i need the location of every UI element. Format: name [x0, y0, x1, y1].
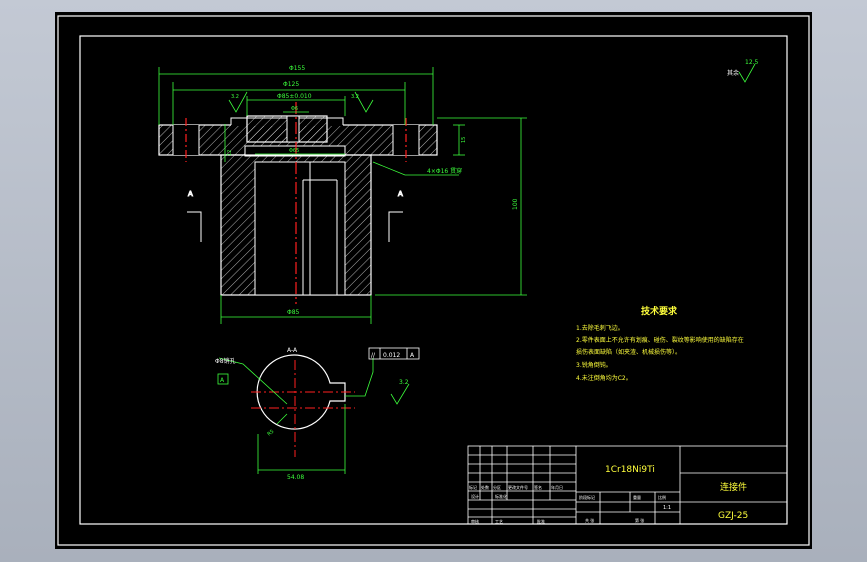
- tech-item-1: 1.去除毛刺飞边。: [576, 324, 624, 332]
- tech-title: 技术要求: [641, 305, 678, 317]
- dim-phi65: Φ65: [289, 148, 299, 154]
- inner-frame: [79, 35, 788, 525]
- dim-height: 100: [512, 198, 519, 210]
- section-label: A-A: [287, 347, 298, 354]
- tech-item-5: 4.未注倒角均为C2。: [576, 374, 632, 382]
- roughness-symbols: [228, 63, 756, 113]
- material: 1Cr18Ni9Ti: [605, 465, 655, 475]
- tb-label: 设计: [471, 493, 479, 499]
- tb-label: 第 张: [635, 517, 644, 523]
- svg-text:A: A: [188, 190, 193, 198]
- tb-label: 共 张: [585, 517, 594, 523]
- dim-phi85-tol: Φ85±0.010: [277, 93, 312, 100]
- dim-flange: 15: [461, 137, 467, 143]
- roughness-corner-label: 其余: [727, 69, 739, 77]
- dim-section-width: 54.08: [287, 474, 304, 481]
- tb-label: 处数: [481, 484, 489, 490]
- dim-step: 12: [227, 150, 233, 156]
- svg-text:A: A: [398, 190, 403, 198]
- drawing-number: GZJ-25: [718, 511, 748, 521]
- title-block-text: 1Cr18Ni9Ti 连接件 GZJ-25 1:1 标记 处数 分区 更改文件号…: [469, 465, 748, 524]
- tech-requirements: 技术要求 1.去除毛刺飞边。 2.零件表面上不允许有划痕、碰伤、裂纹等影响使用的…: [576, 305, 744, 382]
- tb-label: 标准化: [495, 493, 507, 499]
- tech-item-3: 损伤表面缺陷（如夹渣、机械损伤等）。: [576, 348, 681, 356]
- part-name: 连接件: [720, 481, 747, 493]
- tolerance-value: 0.012: [383, 352, 400, 359]
- tb-label: 签名: [534, 484, 542, 490]
- dim-inner: Φ6: [291, 106, 298, 112]
- tb-label: 批准: [537, 518, 545, 524]
- tolerance-frame: // 0.012 A: [368, 347, 420, 360]
- tb-label: 审核: [471, 518, 479, 524]
- main-section-view: [158, 102, 438, 304]
- roughness-top-left: 3.2: [231, 94, 239, 100]
- holes-note: 4×Φ16 贯穿: [427, 167, 462, 175]
- tb-label: 比例: [658, 494, 666, 500]
- tolerance-symbol: //: [371, 352, 376, 359]
- tb-label: 年月日: [551, 484, 563, 490]
- tolerance-datum: A: [410, 352, 415, 359]
- roughness-corner: 12.5: [745, 59, 759, 66]
- tb-label: 分区: [493, 484, 501, 490]
- dim-phi85-bottom: Φ85: [287, 309, 300, 316]
- cad-viewport[interactable]: A A Φ155 Φ125 Φ85±0.010 Φ6 Φ65 Φ85 100 1…: [55, 12, 812, 549]
- tech-item-2: 2.零件表面上不允许有划痕、碰伤、裂纹等影响使用的缺陷存在: [576, 336, 744, 344]
- tb-label: 阶段标记: [579, 494, 595, 500]
- datum-label: A: [220, 377, 225, 384]
- section-view: A-A: [218, 347, 410, 474]
- bore: [254, 161, 346, 296]
- dim-phi155: Φ155: [289, 65, 305, 72]
- tb-label: 工艺: [495, 519, 503, 524]
- roughness-top-right: 3.2: [351, 94, 359, 100]
- tb-label: 更改文件号: [508, 484, 528, 490]
- tb-label: 标记: [469, 484, 477, 490]
- scale: 1:1: [663, 505, 671, 511]
- outer-frame: [57, 15, 810, 546]
- dim-radius: R5: [266, 429, 275, 438]
- dim-phi125: Φ125: [283, 81, 299, 88]
- tech-item-4: 3.锐角倒钝。: [576, 361, 612, 369]
- drawing-canvas: A A Φ155 Φ125 Φ85±0.010 Φ6 Φ65 Φ85 100 1…: [57, 15, 810, 546]
- tb-label: 重量: [633, 494, 641, 500]
- section-callout: Φ8销孔: [215, 357, 236, 365]
- roughness-section: 3.2: [399, 379, 409, 386]
